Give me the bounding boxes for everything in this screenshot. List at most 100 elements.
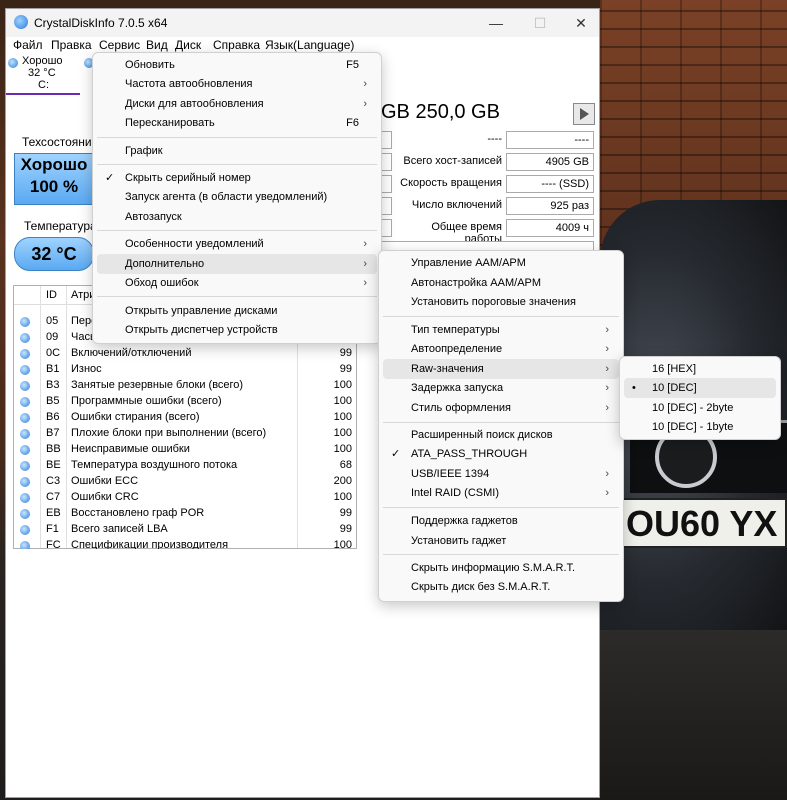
smart-table-row[interactable]: B6 Ошибки стирания (всего) 100	[14, 410, 356, 426]
smart-attr-value: 68	[339, 459, 352, 471]
menu-item-intel-raid[interactable]: Intel RAID (CSMI) ›	[383, 483, 619, 503]
smart-attr-value: 200	[333, 475, 352, 487]
menu-item-raw-hex[interactable]: 16 [HEX]	[624, 359, 776, 379]
menu-item-agent[interactable]: Запуск агента (в области уведомлений)	[97, 187, 377, 207]
smart-status-icon	[20, 461, 30, 471]
menu-view[interactable]: Вид	[146, 38, 168, 52]
smart-table-row[interactable]: BE Температура воздушного потока 68	[14, 458, 356, 474]
menu-item-graph[interactable]: График	[97, 141, 377, 161]
smart-table-row[interactable]: C7 Ошибки CRC 100	[14, 490, 356, 506]
menu-item-refresh[interactable]: Обновить F5	[97, 55, 377, 75]
submenu-arrow-icon: ›	[363, 258, 367, 270]
smart-table-row[interactable]: B7 Плохие блоки при выполнении (всего) 100	[14, 426, 356, 442]
menu-service[interactable]: Сервис	[99, 38, 140, 52]
menu-item-hide-serial[interactable]: ✓ Скрыть серийный номер	[97, 168, 377, 188]
menu-item-install-gadget-label: Установить гаджет	[411, 535, 507, 547]
menu-item-style[interactable]: Стиль оформления ›	[383, 398, 619, 418]
smart-attr-id: EB	[46, 507, 61, 519]
menu-file[interactable]: Файл	[13, 38, 43, 52]
menu-item-temp-type[interactable]: Тип температуры ›	[383, 320, 619, 340]
menu-item-notifications[interactable]: Особенности уведомлений ›	[97, 234, 377, 254]
menu-item-hide-smart-info[interactable]: Скрыть информацию S.M.A.R.T.	[383, 558, 619, 578]
next-disk-button[interactable]	[573, 103, 595, 125]
menu-edit[interactable]: Правка	[51, 38, 92, 52]
menu-item-advanced-label: Дополнительно	[125, 258, 205, 270]
smart-attr-id: BB	[46, 443, 61, 455]
smart-attr-name: Плохие блоки при выполнении (всего)	[71, 427, 267, 439]
menu-item-advanced-search-label: Расширенный поиск дисков	[411, 429, 553, 441]
column-id[interactable]: ID	[46, 289, 57, 301]
menu-disk[interactable]: Диск	[175, 38, 201, 52]
menu-item-aam-apm-auto-label: Автонастройка AAM/APM	[411, 277, 542, 289]
submenu-arrow-icon: ›	[363, 98, 367, 110]
submenu-arrow-icon: ›	[363, 277, 367, 289]
smart-table-row[interactable]: BB Неисправимые ошибки 100	[14, 442, 356, 458]
host-writes-value: 4905 GB	[506, 153, 594, 171]
smart-table-row[interactable]: 0C Включений/отключений 99	[14, 346, 356, 362]
smart-table-row[interactable]: B3 Занятые резервные блоки (всего) 100	[14, 378, 356, 394]
menu-item-auto-refresh-disks[interactable]: Диски для автообновления ›	[97, 94, 377, 114]
menu-item-raw-values[interactable]: Raw-значения ›	[383, 359, 619, 379]
menu-language[interactable]: Язык(Language)	[265, 38, 354, 52]
menu-item-usb-label: USB/IEEE 1394	[411, 468, 490, 480]
menu-item-autostart[interactable]: Автозапуск	[97, 207, 377, 227]
menu-item-raw-dec-label: 10 [DEC]	[652, 382, 697, 394]
menu-item-advanced[interactable]: Дополнительно ›	[97, 254, 377, 274]
smart-table-row[interactable]: C3 Ошибки ECC 200	[14, 474, 356, 490]
menu-item-auto-detect[interactable]: Автоопределение ›	[383, 339, 619, 359]
smart-attr-value: 100	[333, 491, 352, 503]
menu-item-refresh-rate-label: Частота автообновления	[125, 78, 253, 90]
smart-attr-name: Ошибки стирания (всего)	[71, 411, 200, 423]
title-bar[interactable]: CrystalDiskInfo 7.0.5 x64 — ☐ ✕	[6, 9, 599, 37]
menu-item-device-manager[interactable]: Открыть диспетчер устройств	[97, 320, 377, 340]
info-value-right-0: ----	[506, 131, 594, 149]
smart-table-row[interactable]: F1 Всего записей LBA 99	[14, 522, 356, 538]
minimize-button[interactable]: —	[476, 13, 516, 33]
smart-status-icon	[20, 509, 30, 519]
menu-item-thresholds[interactable]: Установить пороговые значения	[383, 292, 619, 312]
close-button[interactable]: ✕	[561, 13, 601, 33]
disk-tab-temp: 32 °C	[28, 67, 56, 79]
menu-separator	[383, 507, 619, 508]
menu-item-disk-management[interactable]: Открыть управление дисками	[97, 301, 377, 321]
disk-tab-status: Хорошо	[22, 55, 63, 67]
smart-table-row[interactable]: B1 Износ 99	[14, 362, 356, 378]
check-icon: ✓	[391, 448, 401, 460]
health-label: Техсостояние	[22, 135, 99, 149]
menu-separator	[97, 164, 377, 165]
menu-item-raw-dec-1byte[interactable]: 10 [DEC] - 1byte	[624, 417, 776, 437]
menu-item-ata-pass-through[interactable]: ✓ ATA_PASS_THROUGH	[383, 444, 619, 464]
smart-table-row[interactable]: B5 Программные ошибки (всего) 100	[14, 394, 356, 410]
menu-item-hide-no-smart[interactable]: Скрыть диск без S.M.A.R.T.	[383, 577, 619, 597]
menu-item-workarounds[interactable]: Обход ошибок ›	[97, 273, 377, 293]
smart-status-icon	[20, 477, 30, 487]
smart-attr-value: 100	[333, 427, 352, 439]
menu-separator	[383, 554, 619, 555]
smart-table-row[interactable]: EB Восстановлено граф POR 99	[14, 506, 356, 522]
menu-help[interactable]: Справка	[213, 38, 260, 52]
power-on-hours-value: 4009 ч	[506, 219, 594, 237]
rotation-label: Скорость вращения	[400, 177, 502, 189]
menu-item-raw-dec[interactable]: • 10 [DEC]	[624, 378, 776, 398]
menu-item-aam-apm[interactable]: Управление AAM/APM	[383, 253, 619, 273]
menu-item-rescan[interactable]: Пересканировать F6	[97, 113, 377, 133]
smart-attr-id: 09	[46, 331, 59, 343]
menu-item-raw-dec-2byte[interactable]: 10 [DEC] - 2byte	[624, 398, 776, 418]
disk-tab-c[interactable]: Хорошо 32 °C C:	[6, 55, 80, 95]
smart-attr-value: 99	[339, 363, 352, 375]
menu-item-raw-dec-2byte-label: 10 [DEC] - 2byte	[652, 402, 734, 414]
smart-status-icon	[20, 333, 30, 343]
menu-item-refresh-rate[interactable]: Частота автообновления ›	[97, 74, 377, 94]
menu-item-usb[interactable]: USB/IEEE 1394 ›	[383, 464, 619, 484]
menu-item-advanced-search[interactable]: Расширенный поиск дисков	[383, 425, 619, 445]
smart-attr-value: 99	[339, 347, 352, 359]
menu-item-start-delay[interactable]: Задержка запуска ›	[383, 378, 619, 398]
maximize-button[interactable]: ☐	[520, 13, 560, 33]
menu-item-gadget-support[interactable]: Поддержка гаджетов	[383, 511, 619, 531]
submenu-arrow-icon: ›	[605, 382, 609, 394]
menu-item-install-gadget[interactable]: Установить гаджет	[383, 531, 619, 551]
radio-bullet-icon: •	[632, 382, 636, 394]
smart-attr-name: Восстановлено граф POR	[71, 507, 205, 519]
smart-attr-name: Износ	[71, 363, 102, 375]
menu-item-aam-apm-auto[interactable]: Автонастройка AAM/APM	[383, 273, 619, 293]
